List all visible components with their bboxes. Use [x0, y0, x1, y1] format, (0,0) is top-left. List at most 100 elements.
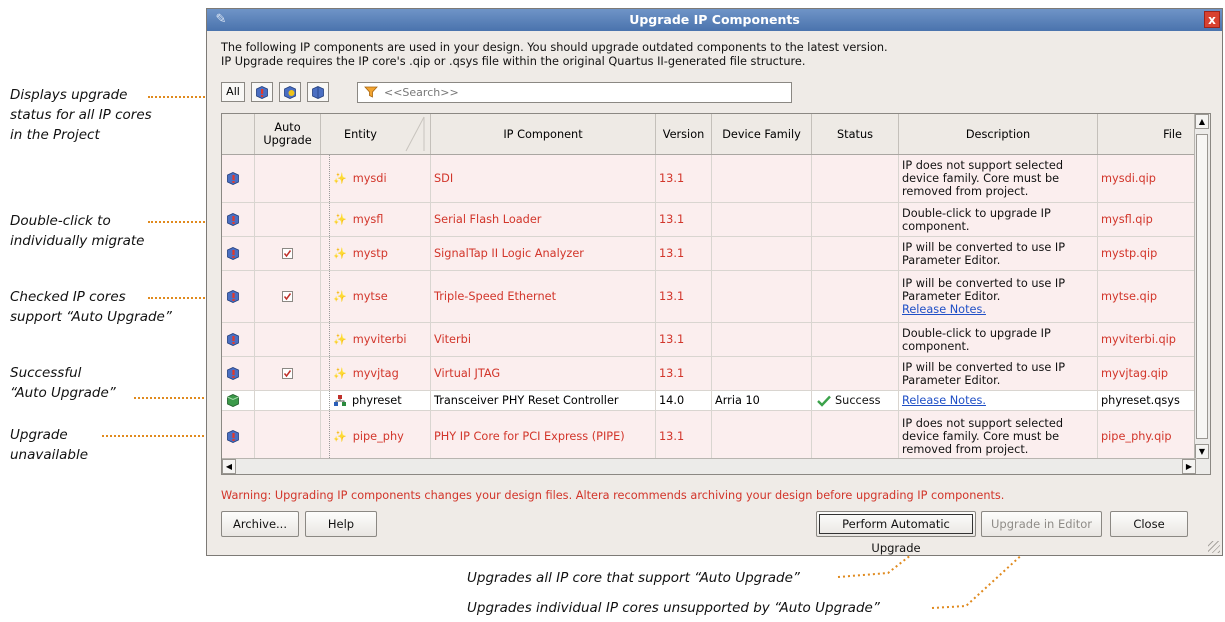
upgraded-ip-icon	[227, 394, 239, 407]
col-header-ip-component[interactable]: IP Component	[431, 114, 656, 154]
description-line: Parameter Editor.	[902, 253, 1001, 267]
col-header-description[interactable]: Description	[899, 114, 1098, 154]
entity-cell: ✨ myviterbi	[321, 323, 431, 356]
scroll-down-icon[interactable]: ▼	[1195, 444, 1209, 459]
version-text: 14.0	[659, 394, 685, 407]
ip-component-cell: Viterbi	[431, 323, 656, 356]
file-cell: phyreset.qsys	[1098, 391, 1197, 410]
auto-upgrade-checkbox[interactable]	[282, 248, 293, 259]
version-cell: 14.0	[656, 391, 712, 410]
callout-leader	[148, 295, 216, 300]
scroll-left-icon[interactable]: ◀	[222, 459, 236, 474]
device-family-cell	[712, 357, 812, 390]
close-window-button[interactable]: x	[1204, 11, 1220, 28]
help-button[interactable]: Help	[305, 511, 377, 537]
title-bar[interactable]: ✎ Upgrade IP Components x	[207, 9, 1222, 31]
description-line: IP will be converted to use IP	[902, 277, 1066, 290]
vertical-scrollbar[interactable]: ▲ ▼	[1194, 114, 1210, 474]
col-header-icon[interactable]	[222, 114, 255, 154]
megawizard-wand-icon: ✨	[333, 430, 347, 443]
file-text: mysdi.qip	[1101, 172, 1156, 185]
scroll-right-icon[interactable]: ▶	[1182, 459, 1196, 474]
file-text: pipe_phy.qip	[1101, 430, 1172, 443]
entity-cell: ✨ mysfl	[321, 203, 431, 236]
ip-component-text: Viterbi	[434, 333, 471, 346]
row-status-icon-cell	[222, 203, 255, 236]
entity-cell: ✨ mystp	[321, 237, 431, 270]
filter-all-button[interactable]: All	[221, 82, 245, 102]
file-cell: myvjtag.qip	[1098, 357, 1197, 390]
version-cell: 13.1	[656, 411, 712, 462]
auto-upgrade-checkbox[interactable]	[282, 291, 293, 302]
description-line: device family. Core must be	[902, 172, 1060, 185]
table-row[interactable]: ✨ mysdi SDI 13.1 IP does not support selecte…	[222, 155, 1197, 203]
device-family-cell	[712, 155, 812, 202]
col-header-entity[interactable]: Entity	[321, 114, 431, 154]
description-line: IP will be converted to use IP	[902, 240, 1066, 254]
device-family-cell	[712, 271, 812, 322]
file-text: myvjtag.qip	[1101, 367, 1169, 380]
close-button[interactable]: Close	[1110, 511, 1188, 537]
outdated-ip-icon	[227, 367, 239, 380]
table-row[interactable]: ✨ mysfl Serial Flash Loader 13.1 Double-clic…	[222, 203, 1197, 237]
upgrade-in-editor-button[interactable]: Upgrade in Editor	[981, 511, 1102, 537]
table-row[interactable]: ✨ pipe_phy PHY IP Core for PCI Express (PI…	[222, 411, 1197, 463]
description-line: component.	[902, 339, 970, 353]
search-box[interactable]: <<Search>>	[357, 82, 792, 103]
file-text: phyreset.qsys	[1101, 394, 1180, 407]
filter-warning-button[interactable]	[279, 82, 301, 102]
warning-ip-icon	[284, 86, 296, 99]
scroll-up-icon[interactable]: ▲	[1195, 114, 1209, 129]
device-family-cell: Arria 10	[712, 391, 812, 410]
description-cell: IP will be converted to use IP Parameter …	[899, 237, 1098, 270]
filter-current-button[interactable]	[307, 82, 329, 102]
entity-name: myvjtag	[352, 367, 399, 380]
file-text: mytse.qip	[1101, 290, 1158, 303]
col-header-file[interactable]: File	[1098, 114, 1197, 154]
table-row[interactable]: ✨ myviterbi Viterbi 13.1 Double-click to upg…	[222, 323, 1197, 357]
ip-component-text: Triple-Speed Ethernet	[434, 290, 557, 303]
ip-component-text: PHY IP Core for PCI Express (PIPE)	[434, 430, 625, 443]
description-line: removed from project.	[902, 443, 1029, 456]
filter-outdated-button[interactable]	[251, 82, 273, 102]
ip-component-cell: Serial Flash Loader	[431, 203, 656, 236]
ip-component-cell: Virtual JTAG	[431, 357, 656, 390]
file-cell: mysdi.qip	[1098, 155, 1197, 202]
description-line: removed from project.	[902, 185, 1029, 198]
archive-button[interactable]: Archive...	[221, 511, 299, 537]
callout-perform-auto-upgrade: Upgrades all IP core that support “Auto …	[467, 570, 800, 586]
current-ip-icon	[312, 86, 324, 99]
horizontal-scrollbar[interactable]: ◀ ▶	[222, 458, 1197, 474]
search-input[interactable]: <<Search>>	[384, 83, 459, 102]
col-header-device-family[interactable]: Device Family	[712, 114, 812, 154]
description-line: IP will be converted to use IP	[902, 360, 1066, 374]
col-header-auto-upgrade[interactable]: Auto Upgrade	[255, 114, 321, 154]
outdated-ip-icon	[227, 172, 239, 185]
entity-name: mystp	[352, 247, 388, 260]
callout-upgrade-status: Displays upgrade status for all IP cores…	[10, 87, 152, 143]
col-header-version[interactable]: Version	[656, 114, 712, 154]
entity-name: pipe_phy	[352, 430, 404, 443]
entity-cell: phyreset	[321, 391, 431, 410]
table-row[interactable]: phyreset Transceiver PHY Reset Controller…	[222, 391, 1197, 411]
description-cell: Release Notes.	[899, 391, 1098, 410]
release-notes-link[interactable]: Release Notes.	[902, 303, 1065, 316]
table-row[interactable]: ✨ mystp SignalTap II Logic Analyzer 13.1 IP …	[222, 237, 1197, 271]
table-row[interactable]: ✨ myvjtag Virtual JTAG 13.1 IP will be conve…	[222, 357, 1197, 391]
status-text: Success	[835, 394, 881, 407]
megawizard-wand-icon: ✨	[333, 247, 347, 260]
success-check-icon	[817, 395, 831, 407]
entity-cell: ✨ mysdi	[321, 155, 431, 202]
release-notes-link[interactable]: Release Notes.	[902, 394, 986, 407]
auto-upgrade-checkbox[interactable]	[282, 368, 293, 379]
table-row[interactable]: ✨ mytse Triple-Speed Ethernet 13.1 IP will b…	[222, 271, 1197, 323]
resize-grip-icon[interactable]	[1208, 541, 1220, 553]
version-text: 13.1	[659, 367, 685, 380]
description-cell: IP does not support selected device famil…	[899, 411, 1098, 462]
perform-automatic-upgrade-button[interactable]: Perform Automatic Upgrade	[816, 511, 976, 555]
row-status-icon-cell	[222, 271, 255, 322]
vertical-scroll-thumb[interactable]	[1196, 134, 1208, 439]
col-header-status[interactable]: Status	[812, 114, 899, 154]
version-cell: 13.1	[656, 237, 712, 270]
file-cell: pipe_phy.qip	[1098, 411, 1197, 462]
